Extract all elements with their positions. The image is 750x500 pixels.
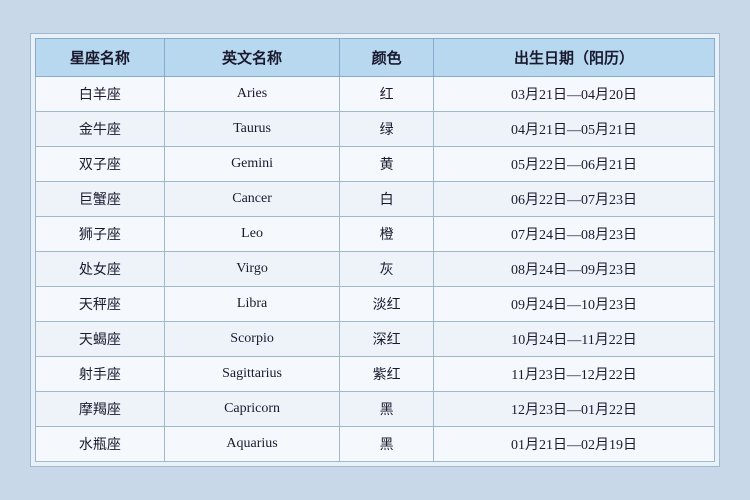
cell-date: 12月23日—01月22日 [434,392,715,427]
cell-english: Gemini [164,147,340,182]
table-row: 天秤座Libra淡红09月24日—10月23日 [36,287,715,322]
table-body: 白羊座Aries红03月21日—04月20日金牛座Taurus绿04月21日—0… [36,77,715,462]
cell-date: 08月24日—09月23日 [434,252,715,287]
cell-english: Capricorn [164,392,340,427]
cell-chinese: 巨蟹座 [36,182,165,217]
cell-date: 10月24日—11月22日 [434,322,715,357]
table-row: 天蝎座Scorpio深红10月24日—11月22日 [36,322,715,357]
cell-color: 红 [340,77,434,112]
cell-chinese: 双子座 [36,147,165,182]
cell-date: 09月24日—10月23日 [434,287,715,322]
cell-chinese: 处女座 [36,252,165,287]
cell-color: 灰 [340,252,434,287]
cell-date: 03月21日—04月20日 [434,77,715,112]
cell-english: Libra [164,287,340,322]
cell-color: 深红 [340,322,434,357]
zodiac-table: 星座名称 英文名称 颜色 出生日期（阳历） 白羊座Aries红03月21日—04… [35,38,715,462]
cell-color: 黄 [340,147,434,182]
cell-date: 04月21日—05月21日 [434,112,715,147]
cell-date: 05月22日—06月21日 [434,147,715,182]
table-row: 处女座Virgo灰08月24日—09月23日 [36,252,715,287]
cell-date: 11月23日—12月22日 [434,357,715,392]
table-row: 巨蟹座Cancer白06月22日—07月23日 [36,182,715,217]
cell-color: 白 [340,182,434,217]
cell-date: 06月22日—07月23日 [434,182,715,217]
table-row: 水瓶座Aquarius黑01月21日—02月19日 [36,427,715,462]
cell-english: Leo [164,217,340,252]
cell-color: 黑 [340,392,434,427]
cell-chinese: 射手座 [36,357,165,392]
cell-chinese: 白羊座 [36,77,165,112]
header-english: 英文名称 [164,39,340,77]
cell-english: Cancer [164,182,340,217]
cell-chinese: 天秤座 [36,287,165,322]
cell-color: 淡红 [340,287,434,322]
table-row: 摩羯座Capricorn黑12月23日—01月22日 [36,392,715,427]
cell-chinese: 摩羯座 [36,392,165,427]
cell-color: 绿 [340,112,434,147]
cell-date: 01月21日—02月19日 [434,427,715,462]
zodiac-table-wrapper: 星座名称 英文名称 颜色 出生日期（阳历） 白羊座Aries红03月21日—04… [30,33,720,467]
cell-english: Sagittarius [164,357,340,392]
cell-color: 紫红 [340,357,434,392]
cell-color: 橙 [340,217,434,252]
table-header-row: 星座名称 英文名称 颜色 出生日期（阳历） [36,39,715,77]
cell-chinese: 天蝎座 [36,322,165,357]
cell-color: 黑 [340,427,434,462]
cell-english: Aries [164,77,340,112]
cell-english: Taurus [164,112,340,147]
cell-english: Scorpio [164,322,340,357]
cell-chinese: 金牛座 [36,112,165,147]
cell-chinese: 狮子座 [36,217,165,252]
table-row: 双子座Gemini黄05月22日—06月21日 [36,147,715,182]
table-row: 射手座Sagittarius紫红11月23日—12月22日 [36,357,715,392]
cell-english: Virgo [164,252,340,287]
table-row: 金牛座Taurus绿04月21日—05月21日 [36,112,715,147]
cell-date: 07月24日—08月23日 [434,217,715,252]
header-date: 出生日期（阳历） [434,39,715,77]
table-row: 狮子座Leo橙07月24日—08月23日 [36,217,715,252]
table-row: 白羊座Aries红03月21日—04月20日 [36,77,715,112]
cell-english: Aquarius [164,427,340,462]
header-color: 颜色 [340,39,434,77]
header-chinese: 星座名称 [36,39,165,77]
cell-chinese: 水瓶座 [36,427,165,462]
